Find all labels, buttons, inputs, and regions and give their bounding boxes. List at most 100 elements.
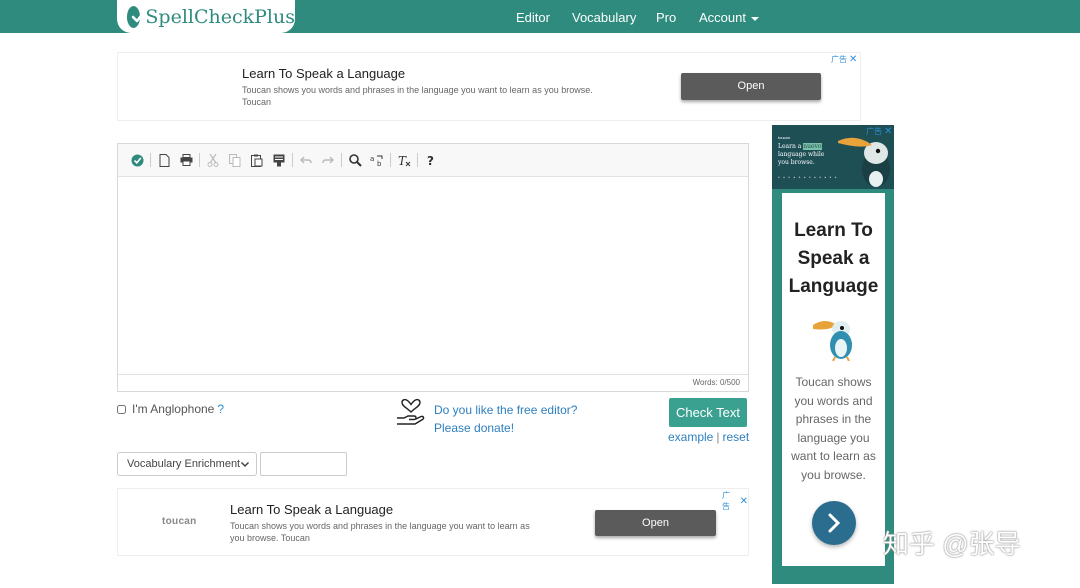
editor-toolbar: ab T ? bbox=[118, 144, 748, 177]
nav-vocabulary[interactable]: Vocabulary bbox=[572, 10, 636, 25]
remove-format-icon[interactable]: T bbox=[393, 149, 415, 171]
title-line: Language bbox=[788, 276, 879, 297]
sidebar-ad-description: Toucan shows you words and phrases in th… bbox=[782, 373, 885, 484]
donate-prompt[interactable]: Do you like the free editor? Please dona… bbox=[434, 401, 577, 437]
chevron-right-icon bbox=[828, 513, 841, 533]
sidebar-ad-tagline: Learn a nuevo language while you browse. bbox=[778, 143, 838, 167]
sidebar-ad-arrow-button[interactable] bbox=[812, 501, 856, 545]
decorative-dots: • ▪ • ▪ • ▪ • ▪ • ▪ • ▪ bbox=[778, 175, 838, 181]
toucan-wordmark: toucan bbox=[162, 516, 197, 527]
svg-text:?: ? bbox=[427, 154, 434, 167]
nav-account-label: Account bbox=[699, 10, 746, 25]
nav-pro[interactable]: Pro bbox=[656, 10, 676, 25]
sidebar-ad[interactable]: toucan Learn a nuevo language while you … bbox=[772, 125, 894, 584]
new-document-icon[interactable] bbox=[153, 149, 175, 171]
cut-icon[interactable] bbox=[202, 149, 224, 171]
bottom-banner-ad: toucan Learn To Speak a Language Toucan … bbox=[117, 488, 749, 556]
print-icon[interactable] bbox=[175, 149, 197, 171]
svg-text:T: T bbox=[398, 154, 407, 167]
ad-close-icon[interactable]: ✕ bbox=[884, 126, 892, 137]
sidebar-ad-title: Learn To Speak a Language bbox=[782, 217, 885, 301]
donate-link[interactable]: Please donate! bbox=[434, 419, 577, 437]
title-line: Speak a bbox=[797, 248, 870, 269]
desc-line: phrases in the bbox=[795, 412, 872, 426]
text-editor: ab T ? Words: 0/500 bbox=[117, 143, 749, 392]
desc-line: you browse. bbox=[801, 467, 866, 482]
ad-choices[interactable]: 广告 ✕ bbox=[722, 490, 748, 512]
anglophone-option[interactable]: I'm Anglophone ? bbox=[117, 402, 224, 416]
ad-title: Learn To Speak a Language bbox=[230, 502, 394, 517]
top-banner-ad: Learn To Speak a Language Toucan shows y… bbox=[117, 52, 861, 121]
tagline-part: language while bbox=[778, 151, 825, 158]
ad-choices[interactable]: 广告 ✕ bbox=[831, 54, 857, 65]
donate-question[interactable]: Do you like the free editor? bbox=[434, 401, 577, 419]
ad-close-icon[interactable]: ✕ bbox=[849, 54, 857, 65]
toolbar-divider bbox=[417, 153, 418, 167]
link-separator: | bbox=[716, 430, 720, 444]
ad-description: Toucan shows you words and phrases in th… bbox=[242, 85, 593, 95]
desc-line: want to learn as bbox=[791, 449, 876, 463]
desc-line: you words and bbox=[794, 393, 873, 408]
caret-down-icon bbox=[750, 16, 759, 21]
toolbar-divider bbox=[150, 153, 151, 167]
vocabulary-select-value: Vocabulary Enrichment bbox=[127, 458, 241, 470]
svg-text:b: b bbox=[377, 160, 382, 167]
ad-title: Learn To Speak a Language bbox=[242, 66, 406, 81]
ad-choices[interactable]: 广告 ✕ bbox=[866, 126, 892, 137]
top-nav: SpellCheckPlus Editor Vocabulary Pro Acc… bbox=[0, 0, 1080, 33]
ad-label: 广告 bbox=[866, 127, 882, 136]
brand-logo[interactable]: SpellCheckPlus bbox=[117, 0, 295, 33]
chevron-down-icon bbox=[240, 459, 250, 472]
ad-description-cont: you browse. Toucan bbox=[230, 533, 310, 543]
example-link[interactable]: example bbox=[668, 430, 713, 444]
editor-text-area[interactable] bbox=[118, 177, 748, 375]
nav-editor[interactable]: Editor bbox=[516, 10, 550, 25]
toucan-bird-icon bbox=[836, 131, 892, 189]
ad-open-button[interactable]: Open bbox=[595, 510, 716, 536]
toucan-bird-icon bbox=[811, 317, 857, 366]
find-icon[interactable] bbox=[344, 149, 366, 171]
hand-heart-icon bbox=[396, 398, 426, 433]
svg-text:a: a bbox=[370, 155, 374, 163]
tagline-part: you browse. bbox=[778, 159, 815, 166]
check-text-button[interactable]: Check Text bbox=[669, 398, 747, 427]
toolbar-divider bbox=[341, 153, 342, 167]
nav-account[interactable]: Account bbox=[699, 10, 759, 25]
tagline-part: Learn a bbox=[778, 143, 802, 150]
replace-icon[interactable]: ab bbox=[366, 149, 388, 171]
toolbar-divider bbox=[292, 153, 293, 167]
ad-label: 广告 bbox=[831, 55, 847, 64]
help-icon[interactable]: ? bbox=[420, 149, 442, 171]
paste-text-icon[interactable] bbox=[268, 149, 290, 171]
redo-icon[interactable] bbox=[317, 149, 339, 171]
vocabulary-select[interactable]: Vocabulary Enrichment bbox=[117, 452, 257, 476]
copy-icon[interactable] bbox=[224, 149, 246, 171]
tagline-highlight: nuevo bbox=[803, 143, 822, 150]
ad-open-button[interactable]: Open bbox=[681, 73, 821, 100]
ad-label: 广告 bbox=[722, 491, 730, 511]
title-line: Learn To bbox=[794, 220, 873, 241]
brand-name: SpellCheckPlus bbox=[145, 5, 295, 28]
ad-close-icon[interactable]: ✕ bbox=[740, 496, 748, 507]
sidebar-ad-brand: toucan bbox=[778, 135, 791, 140]
anglophone-checkbox[interactable] bbox=[117, 404, 126, 414]
sidebar-ad-card[interactable]: Learn To Speak a Language Toucan shows y… bbox=[782, 193, 885, 566]
undo-icon[interactable] bbox=[295, 149, 317, 171]
desc-line: language you bbox=[797, 430, 870, 445]
editor-links: example | reset bbox=[668, 430, 749, 444]
anglophone-label: I'm Anglophone bbox=[132, 402, 215, 416]
paste-icon[interactable] bbox=[246, 149, 268, 171]
reset-link[interactable]: reset bbox=[722, 430, 749, 444]
checkmark-logo-icon bbox=[127, 5, 146, 28]
toolbar-divider bbox=[390, 153, 391, 167]
desc-line: Toucan shows bbox=[795, 375, 872, 389]
ad-sponsor: Toucan bbox=[242, 97, 272, 107]
anglophone-help-link[interactable]: ? bbox=[217, 402, 224, 416]
zhihu-watermark: 知乎 @张导 bbox=[883, 529, 1021, 559]
check-icon[interactable] bbox=[126, 149, 148, 171]
vocabulary-input[interactable] bbox=[260, 452, 347, 476]
ad-description: Toucan shows you words and phrases in th… bbox=[230, 521, 530, 531]
sidebar-ad-header: toucan Learn a nuevo language while you … bbox=[772, 125, 894, 189]
toolbar-divider bbox=[199, 153, 200, 167]
word-count: Words: 0/500 bbox=[118, 374, 748, 391]
